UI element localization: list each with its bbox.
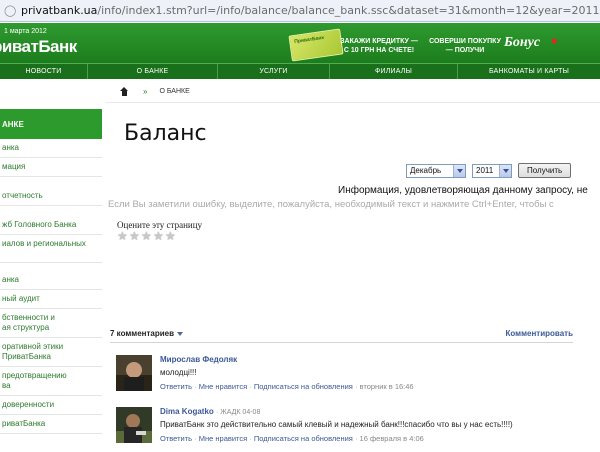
sidebar-item[interactable]: отчетность xyxy=(0,187,102,206)
sidebar-heading: АНКЕ xyxy=(0,109,102,139)
chevron-down-icon[interactable] xyxy=(499,164,511,177)
nav-about[interactable]: О БАНКЕ xyxy=(88,64,218,79)
star-icon[interactable]: ★ xyxy=(117,230,128,242)
comment-text: ПриватБанк это действительно самый клевы… xyxy=(160,420,513,429)
site-logo[interactable]: риватБанк xyxy=(0,37,77,57)
like-link[interactable]: Мне нравится xyxy=(199,434,247,443)
bonus-logo[interactable]: Бонус xyxy=(504,35,540,51)
sidebar-item[interactable]: жб Головного Банка xyxy=(0,216,102,235)
star-icon[interactable]: ★ xyxy=(165,230,176,242)
breadcrumb: » О БАНКЕ xyxy=(120,87,190,96)
divider xyxy=(106,102,600,103)
site-header: 1 марта 2012 риватБанк ПриватБанк ЗАКАЖИ… xyxy=(0,23,600,63)
left-sidebar: АНКЕ анка мация отчетность жб Головного … xyxy=(0,79,102,452)
avatar[interactable] xyxy=(116,355,152,391)
year-select[interactable]: 2011 xyxy=(472,163,512,178)
comment-time[interactable]: 16 февраля в 4:06 xyxy=(360,434,424,443)
header-date: 1 марта 2012 xyxy=(4,28,47,35)
sidebar-item[interactable]: анка xyxy=(0,271,102,290)
month-select[interactable]: Декабрь xyxy=(406,163,466,178)
comment-time[interactable]: вторник в 16:46 xyxy=(360,382,414,391)
comment-author[interactable]: Dima Kogatko · ЖАДК 04-08 xyxy=(160,407,576,416)
comments-header: 7 комментариев Комментировать xyxy=(110,329,573,338)
result-message: Информация, удовлетворяющая данному запр… xyxy=(338,185,588,196)
error-report-hint: Если Вы заметили ошибку, выделите, пожал… xyxy=(108,199,554,210)
main-nav: НОВОСТИ О БАНКЕ УСЛУГИ ФИЛИАЛЫ БАНКОМАТЫ… xyxy=(0,63,600,79)
get-button[interactable]: Получить xyxy=(518,163,572,178)
chevron-down-icon[interactable] xyxy=(453,164,465,177)
breadcrumb-current[interactable]: О БАНКЕ xyxy=(159,88,189,95)
sidebar-item[interactable]: мация xyxy=(0,158,102,177)
add-comment-link[interactable]: Комментировать xyxy=(506,329,574,338)
chevron-down-icon xyxy=(177,331,184,336)
star-icon[interactable]: ★ xyxy=(153,230,164,242)
avatar[interactable] xyxy=(116,407,152,443)
reply-link[interactable]: Ответить xyxy=(160,434,192,443)
sidebar-item[interactable]: предотвращению ва xyxy=(0,367,102,396)
nav-news[interactable]: НОВОСТИ xyxy=(0,64,88,79)
main-content: » О БАНКЕ Баланс Декабрь 2011 Получить И… xyxy=(106,79,600,452)
sidebar-item[interactable]: анка xyxy=(0,139,102,158)
subscribe-link[interactable]: Подписаться на обновления xyxy=(254,382,353,391)
subscribe-link[interactable]: Подписаться на обновления xyxy=(254,434,353,443)
address-bar[interactable]: ◯ privatbank.ua/info/index1.stm?url=/inf… xyxy=(0,0,600,22)
url-text[interactable]: privatbank.ua/info/index1.stm?url=/info/… xyxy=(21,4,600,17)
comment: Мирослав Федоляк молодці!!! Ответить · М… xyxy=(116,355,576,391)
sidebar-item[interactable]: оративной этики ПриватБанка xyxy=(0,338,102,367)
star-icon[interactable]: ★ xyxy=(129,230,140,242)
comment-author[interactable]: Мирослав Федоляк xyxy=(160,355,576,364)
credit-card-promo-image[interactable]: ПриватБанк xyxy=(288,28,344,62)
home-icon[interactable] xyxy=(120,87,129,96)
sidebar-item[interactable]: ный аудит xyxy=(0,290,102,309)
heart-icon: ♥ xyxy=(551,36,558,48)
divider xyxy=(110,342,573,343)
nav-branches[interactable]: ФИЛИАЛЫ xyxy=(330,64,458,79)
nav-services[interactable]: УСЛУГИ xyxy=(218,64,330,79)
comment-actions: Ответить · Мне нравится · Подписаться на… xyxy=(160,382,414,391)
promo-purchase[interactable]: СОВЕРШИ ПОКУПКУ — ПОЛУЧИ xyxy=(428,37,502,55)
nav-atms[interactable]: БАНКОМАТЫ И КАРТЫ xyxy=(458,64,600,79)
page-title: Баланс xyxy=(124,121,207,146)
promo-order-card[interactable]: ЗАКАЖИ КРЕДИТКУ — С 10 ГРН НА СЧЕТЕ! xyxy=(338,37,420,55)
reply-link[interactable]: Ответить xyxy=(160,382,192,391)
page-icon: ◯ xyxy=(4,4,17,17)
star-icon[interactable]: ★ xyxy=(141,230,152,242)
date-filter: Декабрь 2011 Получить xyxy=(406,163,572,178)
sidebar-item[interactable]: риватБанка xyxy=(0,415,102,434)
comment-actions: Ответить · Мне нравится · Подписаться на… xyxy=(160,434,424,443)
comments-count[interactable]: 7 комментариев xyxy=(110,329,184,338)
sidebar-item[interactable]: доверенности xyxy=(0,396,102,415)
like-link[interactable]: Мне нравится xyxy=(199,382,247,391)
comment: Dima Kogatko · ЖАДК 04-08 ПриватБанк это… xyxy=(116,407,576,443)
sidebar-item[interactable]: иалов и региональных xyxy=(0,235,102,263)
comment-author-meta: · ЖАДК 04-08 xyxy=(216,409,261,416)
comment-text: молодці!!! xyxy=(160,368,197,377)
breadcrumb-separator: » xyxy=(143,87,148,96)
rating-stars[interactable]: ★ ★ ★ ★ ★ xyxy=(117,230,176,242)
sidebar-item[interactable]: бственности и ая структура xyxy=(0,309,102,338)
